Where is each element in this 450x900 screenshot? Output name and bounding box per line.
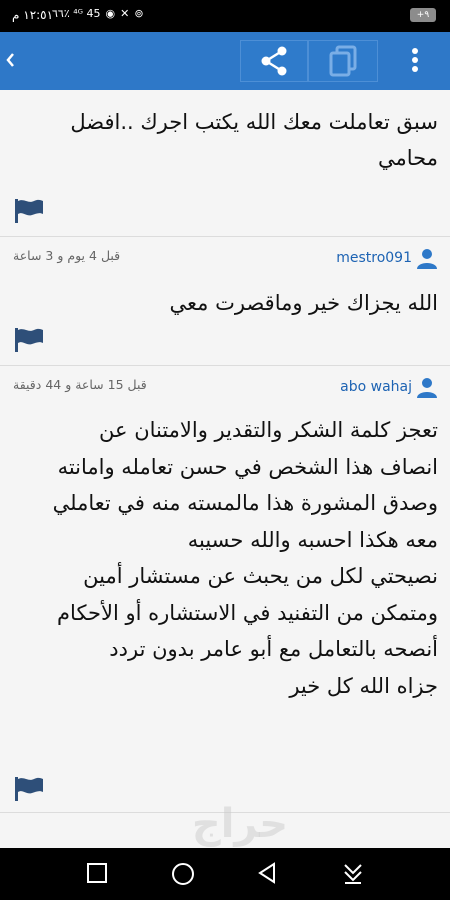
app-bar xyxy=(0,32,450,90)
comment-time: قبل 15 ساعة و 44 دقيقة xyxy=(13,377,147,392)
comment-header: قبل 15 ساعة و 44 دقيقة abo wahaj xyxy=(0,366,450,404)
chevron-left-icon[interactable] xyxy=(4,46,18,74)
copy-button[interactable] xyxy=(308,40,378,82)
user-icon xyxy=(417,378,437,398)
eye-icon: ◉ xyxy=(105,7,116,20)
comment-text: تعجز كلمة الشكر والتقدير والامتنان عن ان… xyxy=(52,418,438,698)
comment-item: سبق تعاملت معك الله يكتب اجرك ..افضل محا… xyxy=(0,90,450,237)
battery-label: +٩ xyxy=(416,10,430,20)
copy-icon xyxy=(329,45,357,77)
status-indicators-text: ٦٦٪ ⁴ᴳ 45 xyxy=(52,7,101,20)
share-button[interactable] xyxy=(240,40,308,82)
flag-icon[interactable] xyxy=(14,198,44,224)
comment-item: قبل 4 يوم و 3 ساعة mestro091 الله يجزاك … xyxy=(0,237,450,366)
comment-time: قبل 4 يوم و 3 ساعة xyxy=(13,248,121,263)
share-icon xyxy=(261,46,287,76)
flag-icon[interactable] xyxy=(14,776,44,802)
download-arrow-icon[interactable] xyxy=(342,862,364,884)
more-vertical-icon xyxy=(412,48,418,72)
more-options-button[interactable] xyxy=(398,40,432,82)
flag-icon[interactable] xyxy=(14,327,44,353)
status-time: ١٢:٥١ م xyxy=(12,8,54,22)
battery-icon: +٩ xyxy=(410,8,436,22)
comment-author[interactable]: mestro091 xyxy=(336,247,438,269)
mute-icon: ✕ xyxy=(120,7,130,20)
comments-list[interactable]: سبق تعاملت معك الله يكتب اجرك ..افضل محا… xyxy=(0,90,450,848)
triangle-back-icon[interactable] xyxy=(256,862,278,884)
comment-author[interactable]: abo wahaj xyxy=(340,376,438,398)
status-indicators: ٦٦٪ ⁴ᴳ 45 ◉ ✕ ⊚ xyxy=(52,7,144,20)
square-icon[interactable] xyxy=(86,862,108,884)
author-name[interactable]: mestro091 xyxy=(336,250,412,266)
wifi-icon: ⊚ xyxy=(134,7,144,20)
comment-item: قبل 15 ساعة و 44 دقيقة abo wahaj تعجز كل… xyxy=(0,366,450,813)
system-nav-bar xyxy=(0,848,450,900)
status-bar: ١٢:٥١ م ٦٦٪ ⁴ᴳ 45 ◉ ✕ ⊚ +٩ xyxy=(0,0,450,32)
author-name[interactable]: abo wahaj xyxy=(340,379,412,395)
comment-text: سبق تعاملت معك الله يكتب اجرك ..افضل محا… xyxy=(70,110,438,170)
circle-icon[interactable] xyxy=(171,862,195,886)
user-icon xyxy=(417,249,437,269)
comment-text: الله يجزاك خير وماقصرت معي xyxy=(169,291,438,315)
comment-header: قبل 4 يوم و 3 ساعة mestro091 xyxy=(0,237,450,275)
